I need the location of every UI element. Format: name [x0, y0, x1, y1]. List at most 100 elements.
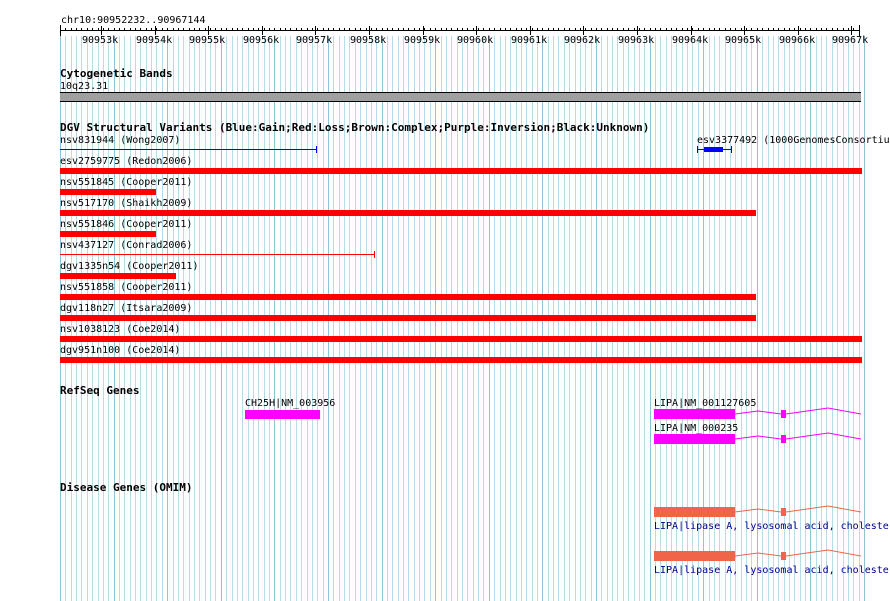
ruler-minor-tick [87, 28, 88, 31]
ruler-minor-tick [751, 28, 752, 31]
variant-start-cap [697, 146, 698, 153]
ruler-minor-tick [60, 28, 61, 31]
ruler-minor-tick [473, 28, 474, 31]
omim-gene-label-2[interactable]: LIPA|lipase A, lysosomal acid, cholester… [654, 565, 890, 576]
variant-bar-nsv1038123[interactable] [60, 336, 862, 342]
ruler-minor-tick [644, 28, 645, 31]
gene-model-lipa-nm001127605[interactable] [654, 405, 861, 425]
ruler-minor-tick [591, 28, 592, 31]
ruler-minor-tick [183, 28, 184, 31]
ruler-minor-tick [709, 28, 710, 31]
ruler-minor-tick [312, 28, 313, 31]
ruler-tick [637, 26, 638, 35]
ruler-minor-tick [130, 28, 131, 31]
gene-bar-ch25h[interactable] [245, 410, 320, 419]
ruler-minor-tick [671, 28, 672, 31]
ruler-minor-tick [307, 28, 308, 31]
ruler-tick-label: 90955k [189, 35, 226, 46]
ruler-minor-tick [607, 28, 608, 31]
variant-bar-dgv1335n54[interactable] [60, 273, 176, 279]
ruler-minor-tick [199, 28, 200, 31]
ruler-minor-tick [290, 28, 291, 31]
ruler-minor-tick [173, 28, 174, 31]
ruler-minor-tick [735, 28, 736, 31]
ruler-minor-tick [676, 28, 677, 31]
ruler-minor-tick [585, 28, 586, 31]
gene-exon [781, 508, 786, 516]
gene-intron [734, 410, 782, 415]
ruler-minor-tick [794, 28, 795, 31]
ruler-minor-tick [837, 28, 838, 31]
gene-exon [781, 435, 786, 443]
ruler-tick [476, 26, 477, 35]
variant-bar-nsv551858[interactable] [60, 294, 756, 300]
ruler-minor-tick [215, 28, 216, 31]
ruler-minor-tick [784, 28, 785, 31]
ruler-minor-tick [816, 28, 817, 31]
ruler-minor-tick [226, 28, 227, 31]
variant-bar-esv3377492[interactable] [704, 147, 723, 152]
variant-bar-esv2759775[interactable] [60, 168, 862, 174]
omim-gene-model-1[interactable] [654, 503, 861, 521]
ruler-tick-label: 90967k [832, 35, 869, 46]
ruler-minor-tick [317, 28, 318, 31]
ruler-tick [208, 26, 209, 35]
ruler-tick [262, 26, 263, 35]
ruler-tick [101, 26, 102, 35]
ruler-minor-tick [848, 28, 849, 31]
ruler-minor-tick [382, 28, 383, 31]
ruler-tick [315, 26, 316, 35]
ruler-minor-tick [778, 28, 779, 31]
ruler-minor-tick [789, 28, 790, 31]
ruler-minor-tick [398, 28, 399, 31]
gene-model-lipa-nm000235[interactable] [654, 429, 861, 449]
gene-intron [785, 432, 861, 440]
ruler-minor-tick [810, 28, 811, 31]
ruler-minor-tick [773, 28, 774, 31]
ruler-tick-label: 90965k [725, 35, 762, 46]
ruler-minor-tick [462, 28, 463, 31]
variant-bar-dgv951n100[interactable] [60, 357, 862, 363]
ruler-minor-tick [221, 28, 222, 31]
variant-label-dgv1335n54: dgv1335n54 (Cooper2011) [60, 261, 199, 272]
variant-label-nsv517170: nsv517170 (Shaikh2009) [60, 198, 193, 209]
ruler-minor-tick [612, 28, 613, 31]
ruler-minor-tick [714, 28, 715, 31]
ruler-minor-tick [510, 28, 511, 31]
variant-label-nsv551846: nsv551846 (Cooper2011) [60, 219, 193, 230]
ruler-minor-tick [580, 28, 581, 31]
variant-bar-nsv551845[interactable] [60, 189, 156, 195]
ruler-minor-tick [826, 28, 827, 31]
cytoband-bar[interactable] [60, 92, 861, 102]
ruler-minor-tick [135, 28, 136, 31]
variant-end-cap [374, 251, 375, 258]
location-label: chr10:90952232..90967144 [61, 15, 206, 26]
variant-bar-nsv831944[interactable] [60, 149, 317, 150]
ruler-minor-tick [408, 28, 409, 31]
ruler-minor-tick [264, 28, 265, 31]
variant-bar-nsv517170[interactable] [60, 210, 756, 216]
variant-bar-nsv551846[interactable] [60, 231, 156, 237]
omim-gene-label-1[interactable]: LIPA|lipase A, lysosomal acid, cholester… [654, 521, 890, 532]
ruler-minor-tick [762, 28, 763, 31]
ruler-tick-label: 90959k [404, 35, 441, 46]
ruler-minor-tick [387, 28, 388, 31]
ruler-tick [798, 26, 799, 35]
omim-track-title: Disease Genes (OMIM) [60, 481, 193, 494]
omim-gene-model-2[interactable] [654, 547, 861, 565]
ruler-minor-tick [446, 28, 447, 31]
variant-label-esv3377492: esv3377492 (1000GenomesConsortium [697, 135, 890, 146]
ruler-minor-tick [821, 28, 822, 31]
ruler-minor-tick [494, 28, 495, 31]
ruler-minor-tick [376, 28, 377, 31]
ruler-minor-tick [564, 28, 565, 31]
ruler-minor-tick [843, 28, 844, 31]
ruler-minor-tick [505, 28, 506, 31]
cytobands-track-title: Cytogenetic Bands [60, 67, 173, 80]
gene-exon [654, 434, 735, 444]
variant-bar-dgv118n27[interactable] [60, 315, 756, 321]
ruler-minor-tick [725, 28, 726, 31]
ruler-tick [851, 26, 852, 35]
variant-end-cap [731, 146, 732, 153]
variant-bar-nsv437127[interactable] [60, 254, 375, 255]
